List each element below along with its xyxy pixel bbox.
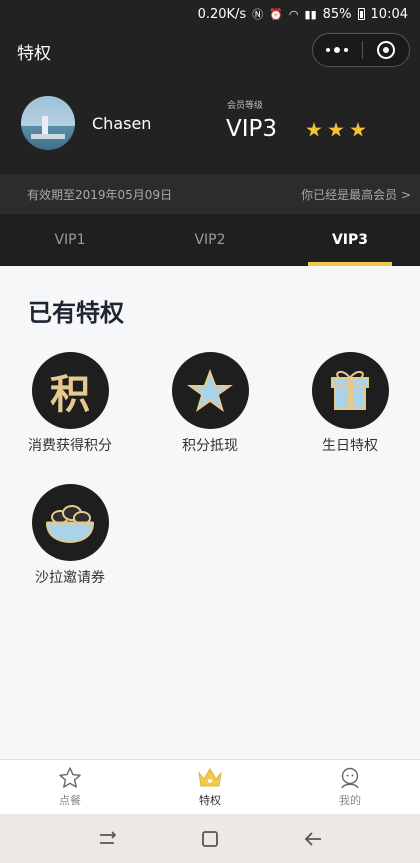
tabbar-item-order[interactable]: 点餐 — [0, 760, 140, 814]
avatar[interactable] — [21, 96, 75, 150]
privilege-grid: 积 消费获得积分 积分抵现 生日特权 沙拉邀请券 — [0, 352, 420, 587]
network-speed: 0.20K/s — [197, 6, 247, 22]
member-profile: Chasen 会员等级 VIP3 — [0, 72, 420, 174]
section-title: 已有特权 — [28, 299, 124, 327]
privileges-panel: 已有特权 积 消费获得积分 积分抵现 生日特权 沙拉邀请券 — [0, 266, 420, 759]
tabbar-label: 我的 — [339, 794, 361, 807]
username: Chasen — [92, 114, 152, 133]
privilege-item-points[interactable]: 积 消费获得积分 — [0, 352, 140, 455]
nfc-icon: Ⓝ — [252, 8, 264, 21]
star-icon — [171, 352, 249, 429]
more-dot-icon — [334, 47, 341, 53]
level-stars — [306, 122, 366, 138]
battery-icon — [357, 8, 365, 20]
ji-glyph: 积 — [50, 370, 90, 418]
more-dot-icon — [344, 48, 349, 52]
tabbar-label: 点餐 — [59, 794, 81, 807]
salad-bowl-icon — [31, 484, 109, 561]
level-star-icon — [350, 122, 366, 137]
more-menu-button[interactable] — [313, 34, 362, 66]
page-header: 特权 — [0, 28, 420, 72]
gift-icon — [311, 352, 389, 429]
privilege-item-salad-coupon[interactable]: 沙拉邀请券 — [0, 484, 140, 587]
target-circle-icon — [376, 41, 395, 59]
crown-icon — [198, 768, 222, 787]
validity-bar: 有效期至2019年05月09日 你已经是最高会员 > — [0, 174, 420, 214]
wifi-icon: ◠ — [288, 7, 299, 21]
user-face-icon — [341, 767, 359, 789]
privilege-label: 生日特权 — [322, 438, 378, 454]
star-outline-icon — [59, 767, 81, 788]
android-navigation-bar — [0, 814, 420, 863]
tabbar-item-privileges[interactable]: 特权 — [140, 760, 280, 814]
ji-points-icon: 积 — [31, 352, 109, 429]
privilege-item-points-cash[interactable]: 积分抵现 — [140, 352, 280, 455]
close-mini-program-button[interactable] — [363, 34, 409, 66]
level-star-icon — [306, 122, 322, 137]
top-member-link[interactable]: 你已经是最高会员 > — [301, 186, 411, 203]
home-button-icon[interactable] — [200, 829, 220, 849]
bottom-tab-bar: 点餐 特权 我的 — [0, 759, 420, 814]
status-bar: 0.20K/s Ⓝ ⏰ ◠ ▮▮ 85% 10:04 — [0, 0, 420, 28]
member-level-label: 会员等级 — [227, 101, 264, 111]
validity-date: 有效期至2019年05月09日 — [27, 188, 173, 202]
page-title: 特权 — [17, 44, 51, 64]
mini-program-capsule — [312, 33, 410, 67]
more-dot-icon — [326, 48, 331, 52]
level-star-icon — [328, 122, 344, 137]
tab-vip3[interactable]: VIP3 — [280, 214, 420, 266]
tab-vip2[interactable]: VIP2 — [140, 214, 280, 266]
privilege-label: 积分抵现 — [182, 438, 238, 454]
tabbar-item-mine[interactable]: 我的 — [280, 760, 420, 814]
battery-percent: 85% — [322, 6, 352, 22]
vip-level-tabs: VIP1 VIP2 VIP3 — [0, 214, 420, 266]
tab-vip1[interactable]: VIP1 — [0, 214, 140, 266]
alarm-icon: ⏰ — [269, 7, 283, 21]
privilege-item-birthday[interactable]: 生日特权 — [280, 352, 420, 455]
clock: 10:04 — [370, 6, 408, 22]
privilege-label: 沙拉邀请券 — [35, 570, 105, 586]
privilege-label: 消费获得积分 — [28, 438, 112, 454]
back-arrow-icon[interactable] — [302, 829, 324, 849]
tabbar-label: 特权 — [199, 794, 221, 807]
member-level-value: VIP3 — [226, 116, 278, 142]
signal-icon: ▮▮ — [304, 7, 317, 21]
recent-apps-icon[interactable] — [96, 829, 118, 849]
